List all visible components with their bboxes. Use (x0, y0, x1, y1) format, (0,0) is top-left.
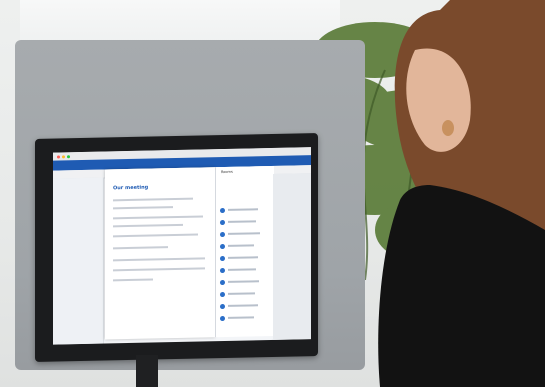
room-line (228, 244, 254, 247)
monitor-stand (136, 355, 158, 387)
room-row (220, 302, 270, 311)
room-line (228, 268, 256, 271)
form-line (113, 246, 168, 250)
room-avatar-icon (220, 267, 225, 274)
room-row (220, 206, 270, 215)
room-line (228, 316, 254, 319)
room-line (228, 256, 258, 259)
room-avatar-icon (220, 279, 225, 286)
room-avatar-icon (220, 303, 225, 310)
form-line (113, 206, 173, 210)
room-avatar-icon (220, 291, 225, 298)
room-row (220, 254, 270, 263)
room-avatar-icon (220, 207, 225, 214)
rooms-panel: Rooms (215, 165, 274, 338)
screen: Our meeting Rooms (53, 147, 311, 345)
room-row (220, 266, 270, 275)
form-line (113, 257, 205, 262)
room-avatar-icon (220, 231, 225, 238)
window-control-icon (57, 154, 60, 159)
room-row (220, 314, 270, 323)
form-line (113, 197, 193, 202)
room-row (220, 278, 270, 287)
room-line (228, 232, 260, 235)
form-line (113, 278, 153, 282)
room-row (220, 242, 270, 251)
room-avatar-icon (220, 315, 225, 322)
room-line (228, 304, 258, 307)
form-line (113, 223, 183, 228)
room-avatar-icon (220, 243, 225, 250)
form-line (113, 267, 205, 272)
room-line (228, 280, 259, 283)
room-avatar-icon (220, 219, 225, 226)
room-line (228, 208, 258, 211)
earring (442, 120, 454, 136)
meeting-title: Our meeting (113, 184, 149, 192)
rooms-panel-title: Rooms (221, 169, 233, 175)
room-row (220, 290, 270, 299)
room-row (220, 218, 270, 227)
background-calendar-pane (273, 173, 311, 340)
meeting-compose-window: Our meeting (105, 167, 215, 340)
form-line (113, 215, 203, 220)
calendar-pane (53, 177, 104, 345)
room-line (228, 220, 256, 223)
room-avatar-icon (220, 255, 225, 262)
room-row (220, 230, 270, 239)
form-line (113, 233, 198, 238)
window-control-icon (62, 154, 65, 158)
photo-scene: Our meeting Rooms (0, 0, 545, 387)
monitor: Our meeting Rooms (35, 133, 318, 362)
window-control-icon (67, 154, 70, 158)
person (378, 0, 545, 387)
room-line (228, 292, 255, 295)
